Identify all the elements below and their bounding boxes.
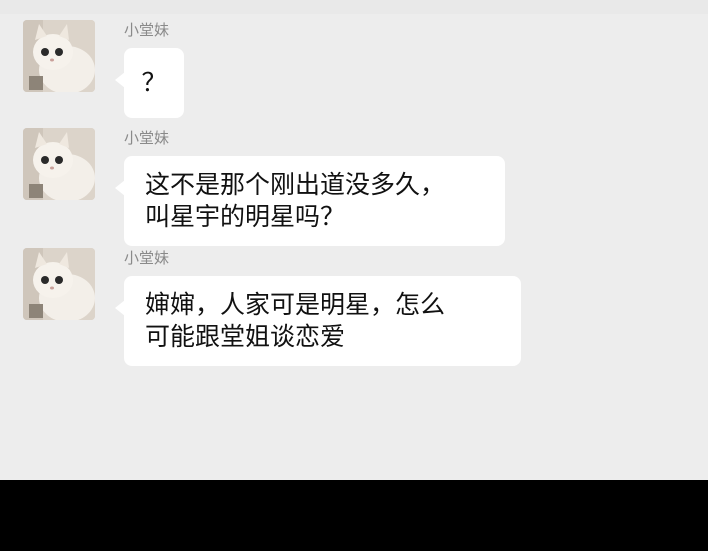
sender-name: 小堂妹 (124, 129, 170, 147)
message-bubble[interactable]: ？ (115, 48, 184, 118)
message-bubble[interactable]: 婶婶，人家可是明星，怎么 可能跟堂姐谈恋爱 (115, 276, 521, 366)
chat-area: 小堂妹 ？ 小堂妹 这不是那个刚出道没多久， 叫星宇的明星吗？ 小堂妹 婶婶，人… (0, 0, 708, 480)
sender-name: 小堂妹 (124, 21, 170, 39)
message-bubble[interactable]: 这不是那个刚出道没多久， 叫星宇的明星吗？ (115, 156, 505, 246)
top-divider (0, 0, 708, 14)
cat-avatar-icon[interactable] (23, 20, 95, 92)
cat-avatar-icon[interactable] (23, 248, 95, 320)
sender-name: 小堂妹 (124, 249, 170, 267)
cat-avatar-icon[interactable] (23, 128, 95, 200)
